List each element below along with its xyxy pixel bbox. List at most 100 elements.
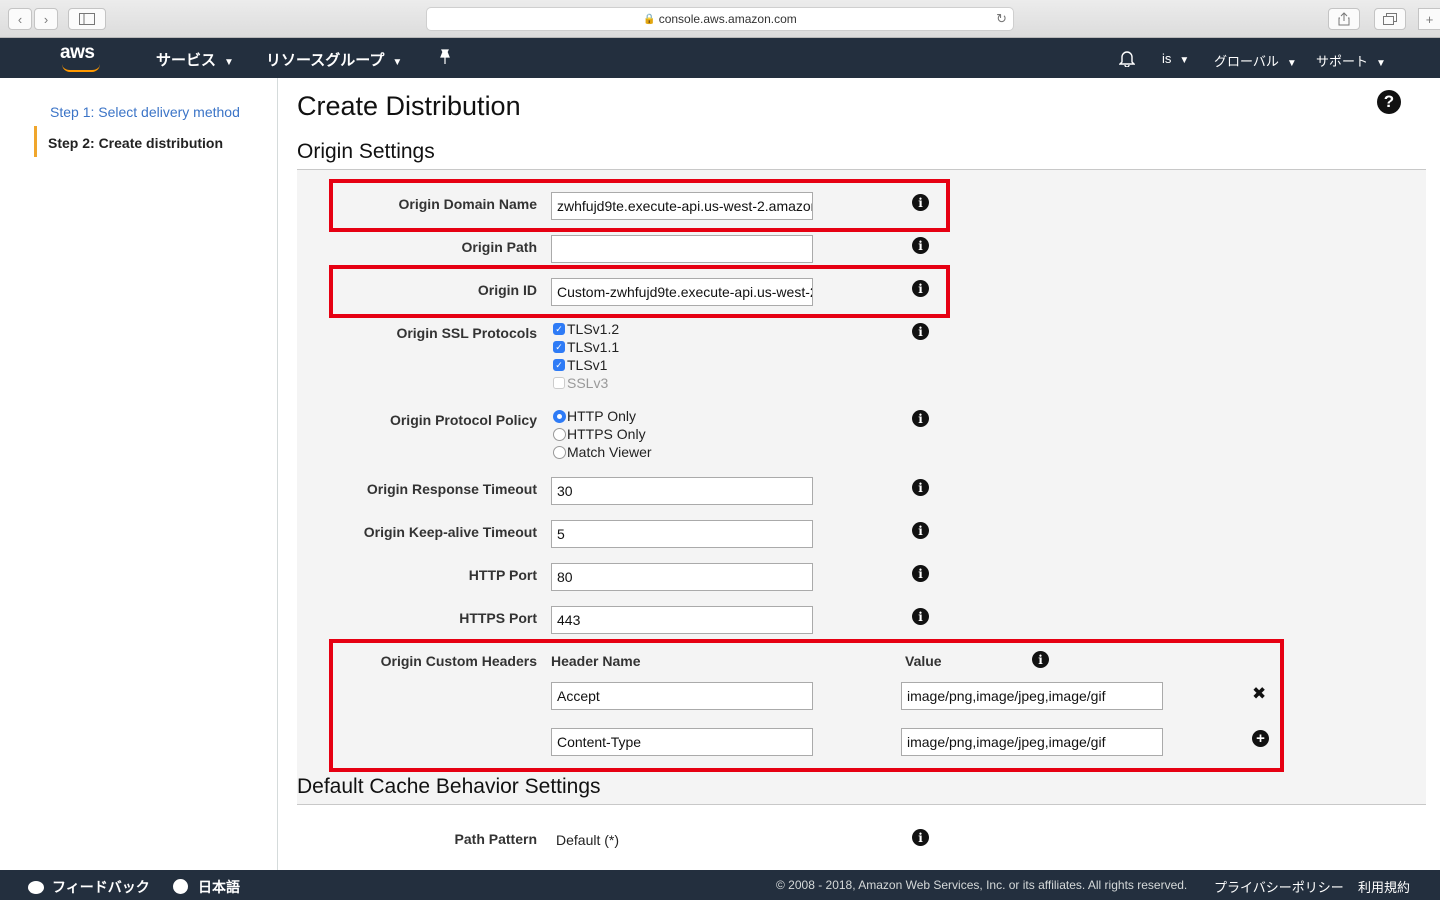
origin-protocol-policy-label: Origin Protocol Policy xyxy=(389,412,537,428)
chevron-down-icon: ▼ xyxy=(1286,58,1297,69)
highlight-origin-id xyxy=(329,265,950,318)
cache-behavior-heading: Default Cache Behavior Settings xyxy=(297,775,601,798)
origin-path-label: Origin Path xyxy=(461,239,537,255)
https-port-label: HTTPS Port xyxy=(459,610,537,626)
logo-smile-icon xyxy=(62,64,100,72)
support-label: サポート xyxy=(1316,54,1369,69)
copyright-text: © 2008 - 2018, Amazon Web Services, Inc.… xyxy=(776,878,1188,892)
reload-icon[interactable]: ↻ xyxy=(996,11,1007,27)
bell-icon xyxy=(1118,51,1136,68)
lock-icon: 🔒 xyxy=(643,13,656,25)
help-icon[interactable]: ? xyxy=(1377,90,1401,114)
tabs-button[interactable] xyxy=(1374,8,1406,30)
info-icon[interactable]: i xyxy=(912,323,929,340)
services-menu[interactable]: サービス ▼ xyxy=(156,49,234,70)
language-label: 日本語 xyxy=(198,879,240,895)
origin-keepalive-timeout-input[interactable]: 5 xyxy=(551,520,813,548)
highlight-custom-headers xyxy=(329,639,1284,772)
aws-top-nav: aws サービス ▼ リソースグループ ▼ is ▼ グローバル ▼ サポート ▼ xyxy=(0,38,1440,78)
origin-path-input[interactable] xyxy=(551,235,813,263)
forward-button[interactable]: › xyxy=(34,8,58,30)
tlsv11-checkbox[interactable]: ✓ TLSv1.1 xyxy=(553,339,619,355)
tabs-icon xyxy=(1383,13,1397,25)
checkmark-icon: ✓ xyxy=(553,323,565,335)
empty-checkbox-icon xyxy=(553,377,565,389)
back-button[interactable]: ‹ xyxy=(8,8,32,30)
info-icon[interactable]: i xyxy=(912,237,929,254)
http-port-label: HTTP Port xyxy=(468,567,537,583)
language-selector[interactable]: 日本語 xyxy=(173,877,240,897)
http-port-input[interactable]: 80 xyxy=(551,563,813,591)
path-pattern-label: Path Pattern xyxy=(454,831,537,847)
sidebar-toggle-button[interactable] xyxy=(68,8,106,30)
url-text: console.aws.amazon.com xyxy=(658,12,797,26)
tlsv11-label: TLSv1.1 xyxy=(567,339,620,355)
https-only-radio[interactable]: HTTPS Only xyxy=(553,426,646,442)
user-label: is xyxy=(1162,51,1172,66)
info-icon[interactable]: i xyxy=(912,410,929,427)
pin-icon xyxy=(440,49,450,64)
info-icon[interactable]: i xyxy=(912,565,929,582)
region-label: グローバル xyxy=(1214,54,1279,69)
info-icon[interactable]: i xyxy=(912,608,929,625)
pin-button[interactable] xyxy=(438,49,452,69)
plus-icon: + xyxy=(1425,11,1434,27)
chevron-down-icon: ▼ xyxy=(392,57,403,68)
aws-logo[interactable]: aws xyxy=(60,42,104,72)
chevron-down-icon: ▼ xyxy=(1179,55,1190,66)
http-only-label: HTTP Only xyxy=(567,408,636,424)
sidebar-icon xyxy=(79,13,95,25)
forward-icon: › xyxy=(43,11,49,27)
path-pattern-value: Default (*) xyxy=(556,832,620,848)
wizard-sidebar: Step 1: Select delivery method Step 2: C… xyxy=(0,78,278,870)
match-viewer-label: Match Viewer xyxy=(567,444,652,460)
origin-settings-heading: Origin Settings xyxy=(297,140,435,163)
logo-text: aws xyxy=(60,42,95,63)
privacy-policy-link[interactable]: プライバシーポリシー xyxy=(1214,877,1344,896)
radio-icon xyxy=(553,427,566,441)
chevron-down-icon: ▼ xyxy=(224,57,234,68)
browser-toolbar: ‹ › 🔒 console.aws.amazon.com ↻ + xyxy=(0,0,1440,38)
info-icon[interactable]: i xyxy=(912,479,929,496)
speech-bubble-icon xyxy=(28,881,44,894)
https-only-label: HTTPS Only xyxy=(567,426,646,442)
page-title: Create Distribution xyxy=(297,91,521,121)
info-icon[interactable]: i xyxy=(912,829,929,846)
checkmark-icon: ✓ xyxy=(553,341,565,353)
back-icon: ‹ xyxy=(17,11,23,27)
radio-icon xyxy=(553,445,566,459)
origin-ssl-protocols-label: Origin SSL Protocols xyxy=(396,325,537,341)
step-1-link[interactable]: Step 1: Select delivery method xyxy=(50,104,240,120)
highlight-origin-domain xyxy=(329,179,950,232)
notifications-button[interactable] xyxy=(1118,49,1136,71)
origin-response-timeout-input[interactable]: 30 xyxy=(551,477,813,505)
step-2-current: Step 2: Create distribution xyxy=(34,126,223,157)
http-only-radio[interactable]: HTTP Only xyxy=(553,408,636,424)
share-button[interactable] xyxy=(1328,8,1360,30)
region-menu[interactable]: グローバル ▼ xyxy=(1214,51,1297,70)
checkmark-icon: ✓ xyxy=(553,359,565,371)
match-viewer-radio[interactable]: Match Viewer xyxy=(553,444,652,460)
support-menu[interactable]: サポート ▼ xyxy=(1316,51,1386,70)
tlsv12-label: TLSv1.2 xyxy=(567,321,620,337)
feedback-label: フィードバック xyxy=(52,879,150,895)
tlsv12-checkbox[interactable]: ✓ TLSv1.2 xyxy=(553,321,619,337)
feedback-link[interactable]: フィードバック xyxy=(28,877,150,897)
console-footer: フィードバック 日本語 © 2008 - 2018, Amazon Web Se… xyxy=(0,870,1440,900)
user-menu[interactable]: is ▼ xyxy=(1162,51,1189,66)
origin-response-timeout-label: Origin Response Timeout xyxy=(366,481,537,497)
tlsv1-checkbox[interactable]: ✓ TLSv1 xyxy=(553,357,607,373)
address-bar[interactable]: 🔒 console.aws.amazon.com ↻ xyxy=(426,7,1014,31)
terms-link[interactable]: 利用規約 xyxy=(1358,877,1410,896)
new-tab-button[interactable]: + xyxy=(1418,8,1440,30)
radio-selected-icon xyxy=(553,409,566,423)
origin-keepalive-timeout-label: Origin Keep-alive Timeout xyxy=(363,524,537,540)
tlsv1-label: TLSv1 xyxy=(567,357,608,373)
resource-groups-menu[interactable]: リソースグループ ▼ xyxy=(266,49,402,70)
globe-icon xyxy=(173,879,188,894)
https-port-input[interactable]: 443 xyxy=(551,606,813,634)
info-icon[interactable]: i xyxy=(912,522,929,539)
services-label: サービス xyxy=(156,52,217,69)
section-divider xyxy=(297,804,1426,805)
sslv3-checkbox: SSLv3 xyxy=(553,375,608,391)
